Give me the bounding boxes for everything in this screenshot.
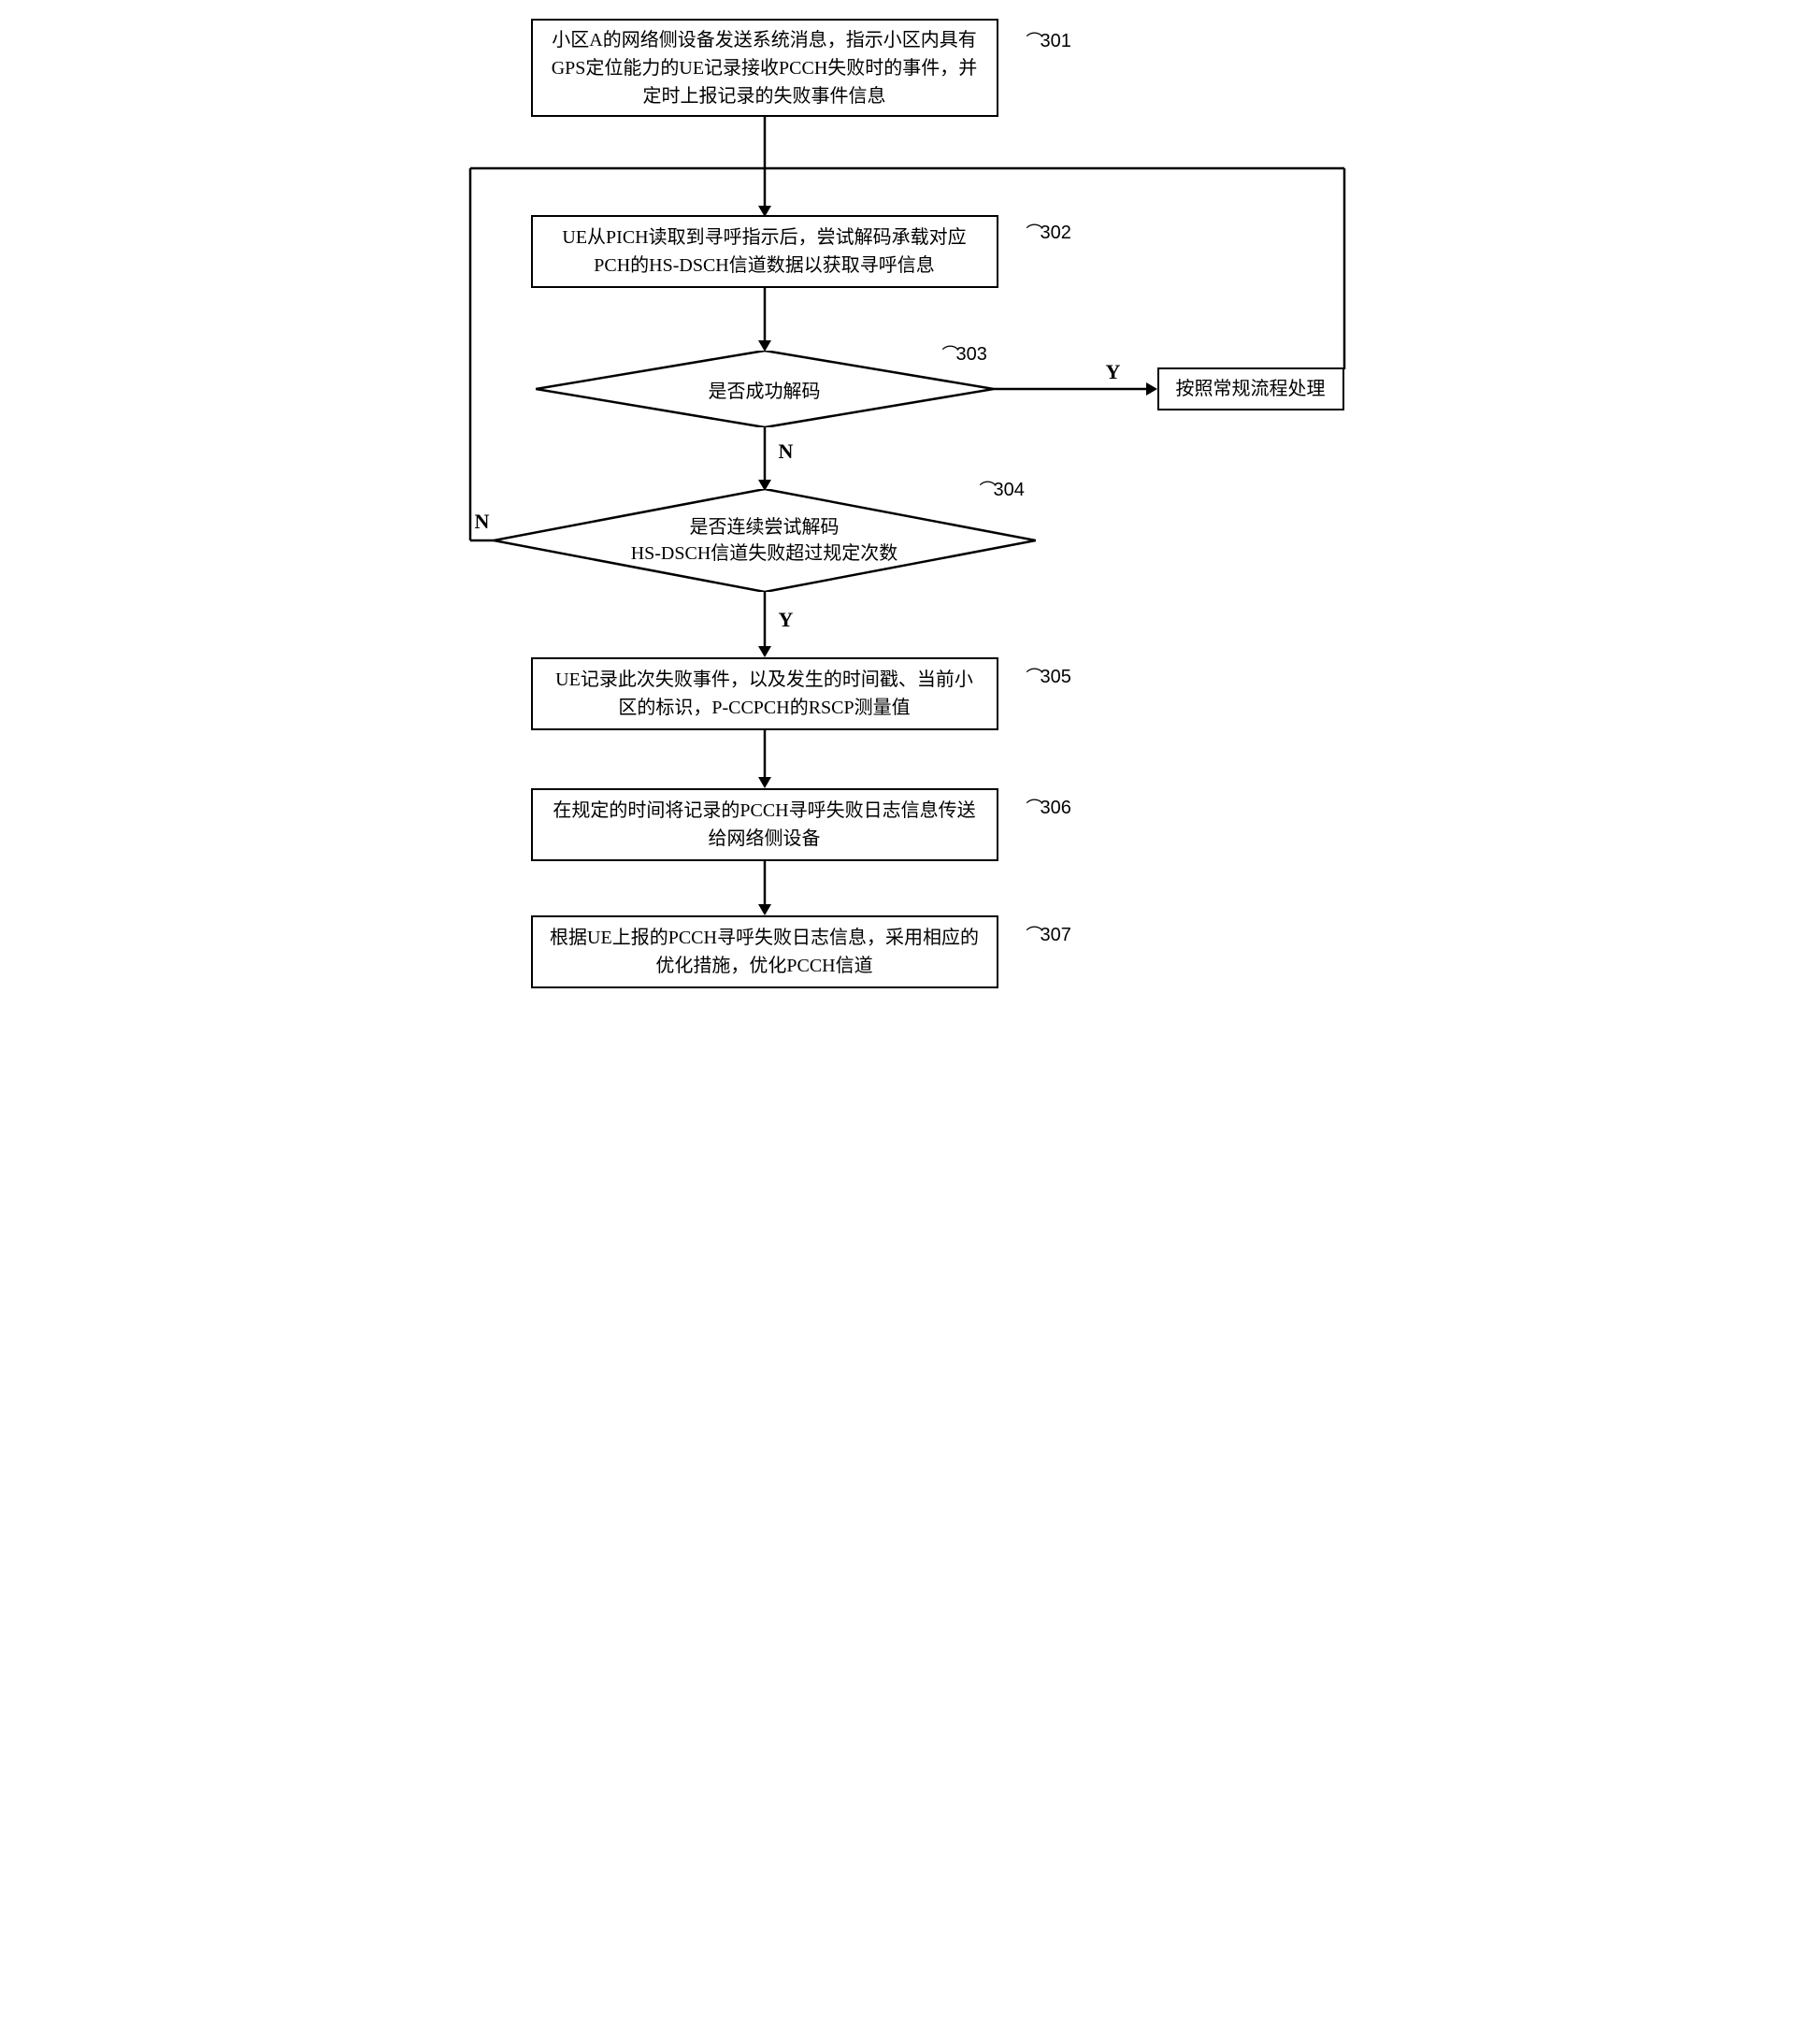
process-box-307: 根据UE上报的PCCH寻呼失败日志信息，采用相应的优化措施，优化PCCH信道 xyxy=(531,915,998,988)
step-label-302: ⌒302 xyxy=(1027,220,1071,244)
step-label-307: ⌒307 xyxy=(1027,922,1071,946)
step-label-306: ⌒306 xyxy=(1027,795,1071,819)
box-302-text: UE从PICH读取到寻呼指示后，尝试解码承载对应PCH的HS-DSCH信道数据以… xyxy=(548,223,982,280)
arrow-303-no xyxy=(758,427,771,491)
arrow-301-to-302 xyxy=(765,117,783,168)
flowchart-container: 小区A的网络侧设备发送系统消息，指示小区内具有GPS定位能力的UE记录接收PCC… xyxy=(438,19,1372,1178)
box-307-text: 根据UE上报的PCCH寻呼失败日志信息，采用相应的优化措施，优化PCCH信道 xyxy=(548,924,982,980)
process-box-302: UE从PICH读取到寻呼指示后，尝试解码承载对应PCH的HS-DSCH信道数据以… xyxy=(531,215,998,288)
step-label-301: ⌒301 xyxy=(1027,28,1071,52)
arrow-305-to-306 xyxy=(758,730,771,788)
process-box-306: 在规定的时间将记录的PCCH寻呼失败日志信息传送给网络侧设备 xyxy=(531,788,998,861)
box-301-text: 小区A的网络侧设备发送系统消息，指示小区内具有GPS定位能力的UE记录接收PCC… xyxy=(548,26,982,110)
n-label-303: N xyxy=(779,439,794,464)
arrow-304-no-left xyxy=(470,534,495,547)
process-box-301: 小区A的网络侧设备发送系统消息，指示小区内具有GPS定位能力的UE记录接收PCC… xyxy=(531,19,998,117)
arrow-302-to-303 xyxy=(758,288,771,352)
decision-304-text: 是否连续尝试解码 HS-DSCH信道失败超过规定次数 xyxy=(494,489,1036,592)
y-label-304: Y xyxy=(779,608,794,632)
normal-box-text: 按照常规流程处理 xyxy=(1176,375,1326,403)
arrow-303-yes xyxy=(994,382,1157,396)
step-label-305: ⌒305 xyxy=(1027,664,1071,688)
arrow-304-yes xyxy=(758,592,771,657)
step-label-304: ⌒304 xyxy=(980,477,1025,501)
step-label-303: ⌒303 xyxy=(942,341,987,366)
decision-303-text: 是否成功解码 xyxy=(536,351,994,427)
arrow-306-to-307 xyxy=(758,861,771,915)
y-label-303: Y xyxy=(1106,360,1121,384)
loop-top-rail xyxy=(470,168,1344,178)
arrow-normal-loop xyxy=(1340,168,1349,369)
box-306-text: 在规定的时间将记录的PCCH寻呼失败日志信息传送给网络侧设备 xyxy=(548,797,982,853)
arrow-to-302 xyxy=(758,168,771,215)
n-label-304: N xyxy=(475,510,490,534)
box-305-text: UE记录此次失败事件，以及发生的时间戳、当前小区的标识，P-CCPCH的RSCP… xyxy=(548,666,982,722)
process-box-305: UE记录此次失败事件，以及发生的时间戳、当前小区的标识，P-CCPCH的RSCP… xyxy=(531,657,998,730)
arrow-304-loop-vertical xyxy=(466,168,475,540)
process-box-normal: 按照常规流程处理 xyxy=(1157,367,1344,410)
